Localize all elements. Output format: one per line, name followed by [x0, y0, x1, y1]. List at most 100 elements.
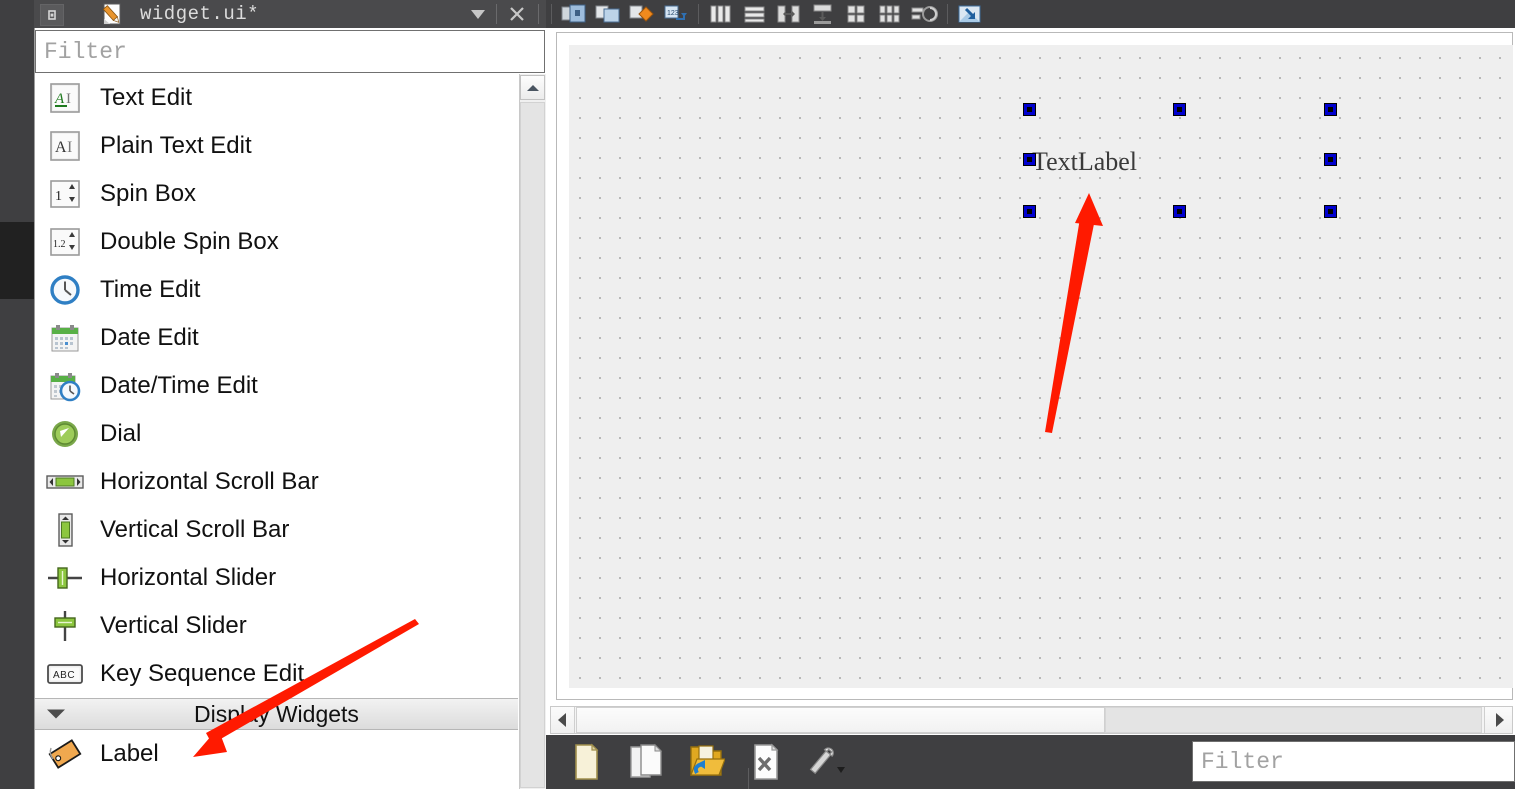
vertical-scroll-bar-icon: [40, 510, 90, 550]
resource-filter-placeholder: Filter: [1201, 748, 1284, 776]
widget-item-dial[interactable]: Dial: [35, 410, 518, 458]
widget-item-label: Horizontal Slider: [100, 564, 276, 592]
selection-handle-top-right[interactable]: [1324, 103, 1337, 116]
scroll-thumb[interactable]: [576, 707, 1105, 733]
selection-handle-top-left[interactable]: [1023, 103, 1036, 116]
widget-item-double-spin-box[interactable]: 1.2 Double Spin Box: [35, 218, 518, 266]
layout-horizontally-icon[interactable]: [704, 1, 738, 27]
scroll-left-arrow-icon: [556, 711, 570, 729]
widget-item-label: Time Edit: [100, 276, 200, 304]
svg-text:A: A: [54, 91, 65, 107]
widget-item-label[interactable]: Label: [35, 730, 518, 778]
edit-signals-slots-icon[interactable]: [591, 1, 625, 27]
design-form-surface[interactable]: [569, 45, 1513, 688]
widget-category-label: Display Widgets: [35, 701, 518, 728]
layout-form-icon[interactable]: [840, 1, 874, 27]
widget-category-display-widgets[interactable]: Display Widgets: [35, 698, 518, 730]
widget-item-time-edit[interactable]: Time Edit: [35, 266, 518, 314]
key-sequence-edit-icon: ABC: [40, 654, 90, 694]
widget-list[interactable]: A I Text Edit A I Plain Text Edit 1: [35, 74, 518, 789]
widget-item-label: Horizontal Scroll Bar: [100, 468, 319, 496]
scroll-right-button[interactable]: [1484, 707, 1512, 733]
double-spin-box-icon: 1.2: [40, 222, 90, 262]
plain-text-edit-icon: A I: [40, 126, 90, 166]
copy-resource-icon[interactable]: [616, 739, 676, 785]
selection-handle-bottom-left[interactable]: [1023, 205, 1036, 218]
svg-text:A: A: [55, 139, 67, 156]
layout-splitter-horizontal-icon[interactable]: [772, 1, 806, 27]
selection-handle-top-center[interactable]: [1173, 103, 1186, 116]
scroll-left-button[interactable]: [551, 707, 575, 733]
horizontal-scroll-bar-icon: [40, 462, 90, 502]
resource-tools: [556, 736, 856, 788]
widget-list-scroll-track[interactable]: [520, 102, 545, 788]
svg-text:I: I: [66, 91, 71, 107]
selection-handle-middle-left[interactable]: [1023, 153, 1036, 166]
widget-item-horizontal-scroll-bar[interactable]: Horizontal Scroll Bar: [35, 458, 518, 506]
selection-handle-middle-right[interactable]: [1324, 153, 1337, 166]
edit-buddies-icon[interactable]: [625, 1, 659, 27]
bottom-bar-separator: [748, 768, 749, 789]
svg-text:1: 1: [55, 189, 62, 204]
scroll-right-arrow-icon: [1492, 711, 1506, 729]
dial-icon: [40, 414, 90, 454]
dock-menu-button[interactable]: [466, 2, 490, 26]
widget-item-label: Dial: [100, 420, 141, 448]
adjust-size-icon[interactable]: [953, 1, 987, 27]
scroll-up-arrow-icon: [525, 82, 541, 94]
widget-item-vertical-slider[interactable]: Vertical Slider: [35, 602, 518, 650]
left-dock-rail-active-segment[interactable]: [0, 222, 34, 299]
edit-tab-order-icon[interactable]: 123: [659, 1, 693, 27]
toolbar-separator: [698, 4, 699, 24]
dock-title-text: widget.ui*: [140, 1, 259, 27]
svg-text:123: 123: [667, 10, 679, 17]
widget-list-scroll-up-button[interactable]: [520, 75, 545, 100]
widget-item-spin-box[interactable]: 1 Spin Box: [35, 170, 518, 218]
svg-text:1.2: 1.2: [53, 239, 66, 250]
widget-item-date-time-edit[interactable]: Date/Time Edit: [35, 362, 518, 410]
restore-icon: [46, 9, 58, 21]
pencil-document-icon: [100, 2, 126, 26]
widget-item-vertical-scroll-bar[interactable]: Vertical Scroll Bar: [35, 506, 518, 554]
layout-grid-icon[interactable]: [874, 1, 908, 27]
selection-handle-bottom-right[interactable]: [1324, 205, 1337, 218]
widget-item-date-edit[interactable]: Date Edit: [35, 314, 518, 362]
widget-item-text-edit[interactable]: A I Text Edit: [35, 74, 518, 122]
widget-item-label-text: Label: [100, 740, 159, 768]
widget-item-plain-text-edit[interactable]: A I Plain Text Edit: [35, 122, 518, 170]
float-dock-button[interactable]: [40, 4, 64, 26]
label-icon: [40, 734, 90, 774]
open-resource-icon[interactable]: [676, 739, 736, 785]
spin-box-icon: 1: [40, 174, 90, 214]
widget-item-label: Date Edit: [100, 324, 199, 352]
widget-item-label: Text Edit: [100, 84, 192, 112]
svg-text:I: I: [67, 139, 72, 156]
widget-box-filter-placeholder: Filter: [44, 38, 127, 66]
widget-item-key-sequence-edit[interactable]: ABC Key Sequence Edit: [35, 650, 518, 698]
text-edit-icon: A I: [40, 78, 90, 118]
horizontal-slider-icon: [40, 558, 90, 598]
close-dock-button[interactable]: [504, 2, 530, 26]
left-dock-rail: [0, 0, 34, 789]
scroll-track[interactable]: [1105, 707, 1482, 733]
new-resource-file-icon[interactable]: [556, 739, 616, 785]
widget-item-label: Date/Time Edit: [100, 372, 258, 400]
toolbar-separator: [551, 4, 552, 24]
layout-splitter-vertical-icon[interactable]: [806, 1, 840, 27]
layout-vertically-icon[interactable]: [738, 1, 772, 27]
collapse-arrow-icon: [47, 710, 65, 719]
widget-item-label: Double Spin Box: [100, 228, 279, 256]
configure-wrench-icon[interactable]: [796, 739, 856, 785]
edit-widgets-icon[interactable]: [557, 1, 591, 27]
vertical-slider-icon: [40, 606, 90, 646]
title-separator: [496, 4, 497, 24]
break-layout-icon[interactable]: [908, 1, 942, 27]
form-widget-textlabel[interactable]: TextLabel: [1032, 147, 1137, 177]
remove-resource-icon[interactable]: [736, 739, 796, 785]
widget-item-label: Key Sequence Edit: [100, 660, 304, 688]
widget-item-horizontal-slider[interactable]: Horizontal Slider: [35, 554, 518, 602]
selection-handle-bottom-center[interactable]: [1173, 205, 1186, 218]
date-time-edit-icon: [40, 366, 90, 406]
designer-toolbar: 123: [546, 0, 1515, 28]
svg-text:ABC: ABC: [53, 670, 75, 681]
